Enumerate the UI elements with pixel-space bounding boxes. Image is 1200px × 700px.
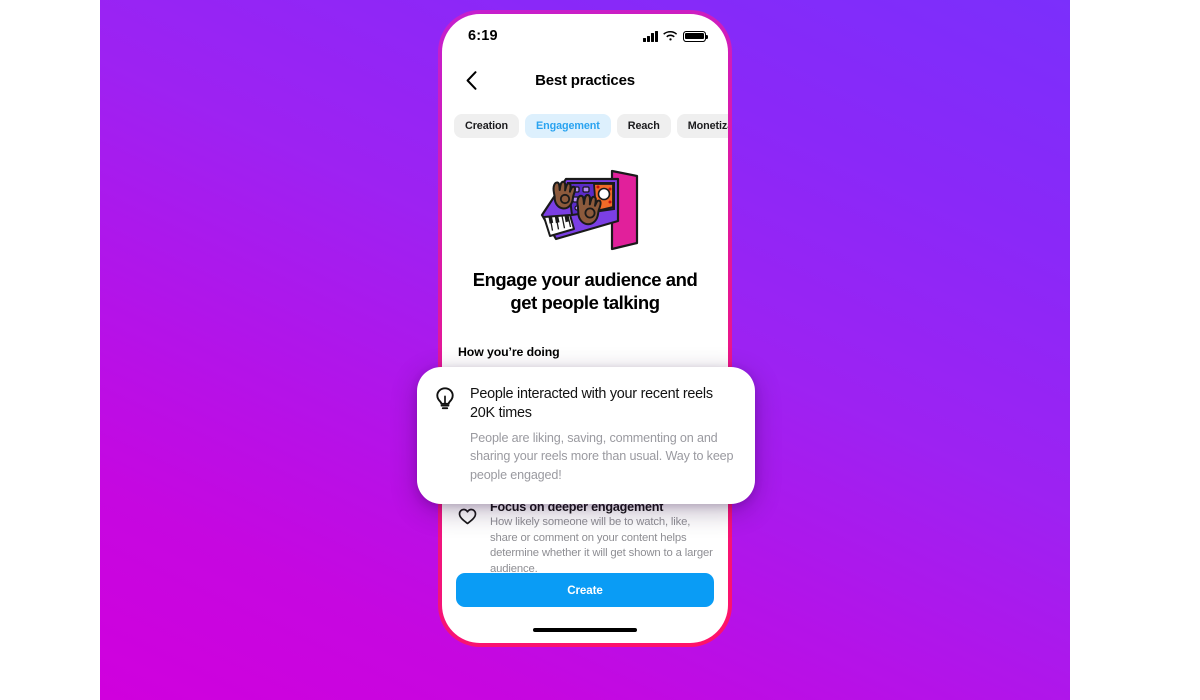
insight-popup-title: People interacted with your recent reels… — [470, 386, 713, 422]
list-item-body: Focus on deeper engagement How likely so… — [490, 500, 714, 577]
page-title: Best practices — [535, 71, 635, 89]
insight-popup-body: People interacted with your recent reels… — [470, 385, 735, 484]
tab-creation[interactable]: Creation — [454, 114, 519, 138]
tab-monetization[interactable]: Monetization — [676, 114, 728, 138]
tab-engagement[interactable]: Engagement — [525, 114, 611, 138]
back-button[interactable] — [458, 67, 484, 93]
heart-icon — [456, 505, 478, 527]
list-item[interactable]: Focus on deeper engagement How likely so… — [456, 492, 714, 577]
section-label-how-youre-doing: How you’re doing — [458, 345, 560, 359]
chevron-left-icon — [466, 70, 476, 90]
insight-popup-card[interactable]: People interacted with your recent reels… — [417, 367, 755, 504]
wifi-icon — [663, 30, 678, 41]
create-button[interactable]: Create — [456, 573, 714, 607]
home-indicator[interactable] — [533, 627, 637, 632]
status-icons — [643, 30, 709, 42]
list-item-subtitle: How likely someone will be to watch, lik… — [490, 516, 713, 575]
hero-illustration-wrap — [442, 162, 728, 262]
insight-popup-subtitle: People are liking, saving, commenting on… — [470, 431, 734, 482]
lightbulb-icon — [433, 387, 457, 411]
battery-full-icon — [683, 30, 709, 42]
headline: Engage your audience and get people talk… — [472, 269, 698, 313]
hands-playing-synthesizer-illustration — [540, 169, 639, 251]
tab-reach[interactable]: Reach — [616, 114, 671, 138]
status-time: 6:19 — [468, 28, 498, 44]
phone-screen: 6:19 Best practices Creation Engagement … — [442, 14, 728, 643]
navigation-bar: Best practices — [442, 58, 728, 102]
screenshot-root: 6:19 Best practices Creation Engagement … — [0, 0, 1200, 700]
tab-bar: Creation Engagement Reach Monetization — [442, 114, 728, 138]
cellular-signal-icon — [643, 30, 658, 42]
phone-device-frame: 6:19 Best practices Creation Engagement … — [438, 10, 732, 647]
status-bar: 6:19 — [442, 14, 728, 58]
